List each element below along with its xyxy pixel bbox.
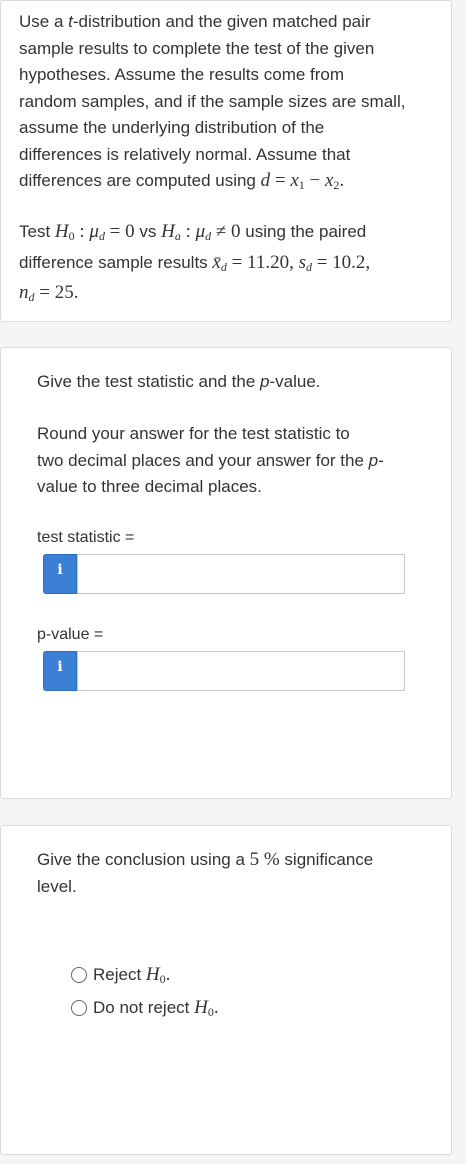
- rounding-instructions: Round your answer for the test statistic…: [37, 421, 437, 501]
- test-statistic-label: test statistic =: [37, 529, 135, 546]
- question-line: Use a t-distribution and the given match…: [19, 12, 371, 31]
- question-card: Use a t-distribution and the given match…: [0, 0, 452, 322]
- test-statistic-input[interactable]: [77, 554, 405, 594]
- option-reject[interactable]: Reject H0.: [71, 962, 170, 988]
- radio-button[interactable]: [71, 967, 87, 983]
- rounding-line: two decimal places and your answer for t…: [37, 450, 384, 470]
- rounding-line: value to three decimal places.: [37, 477, 262, 496]
- question-line: assume the underlying distribution of th…: [19, 118, 325, 137]
- rounding-line: Round your answer for the test statistic…: [37, 424, 350, 443]
- option-label: Reject H0.: [93, 963, 171, 986]
- hypotheses-text: Test H0 : μd = 0 vs Ha : μd ≠ 0 using th…: [19, 219, 437, 311]
- hypotheses-line: difference sample results x̄d = 11.20, s…: [19, 251, 371, 274]
- option-label: Do not reject H0.: [93, 996, 219, 1019]
- part1-card: Give the test statistic and the p-value.…: [0, 347, 452, 799]
- info-icon[interactable]: i: [43, 651, 77, 691]
- hypotheses-line: Test H0 : μd = 0 vs Ha : μd ≠ 0 using th…: [19, 221, 367, 243]
- option-do-not-reject[interactable]: Do not reject H0.: [71, 995, 219, 1021]
- question-line: hypotheses. Assume the results come from: [19, 65, 345, 84]
- part1-prompt: Give the test statistic and the p-value.: [37, 372, 321, 391]
- hypotheses-line: nd = 25.: [19, 282, 79, 304]
- question-line: random samples, and if the sample sizes …: [19, 91, 406, 111]
- part2-prompt-line: level.: [37, 876, 77, 896]
- part2-card: Give the conclusion using a 5 % signific…: [0, 825, 452, 1155]
- question-line: sample results to complete the test of t…: [19, 38, 375, 58]
- question-line: differences are computed using d = x1 − …: [19, 170, 345, 192]
- p-value-label: p-value =: [37, 626, 104, 643]
- part2-prompt: Give the conclusion using a 5 % signific…: [37, 847, 437, 900]
- question-text: Use a t-distribution and the given match…: [19, 9, 437, 199]
- p-value-input[interactable]: [77, 651, 405, 691]
- radio-button[interactable]: [71, 1000, 87, 1016]
- part2-prompt-line: Give the conclusion using a 5 % signific…: [37, 849, 374, 870]
- info-icon[interactable]: i: [43, 554, 77, 594]
- question-line: differences is relatively normal. Assume…: [19, 144, 351, 164]
